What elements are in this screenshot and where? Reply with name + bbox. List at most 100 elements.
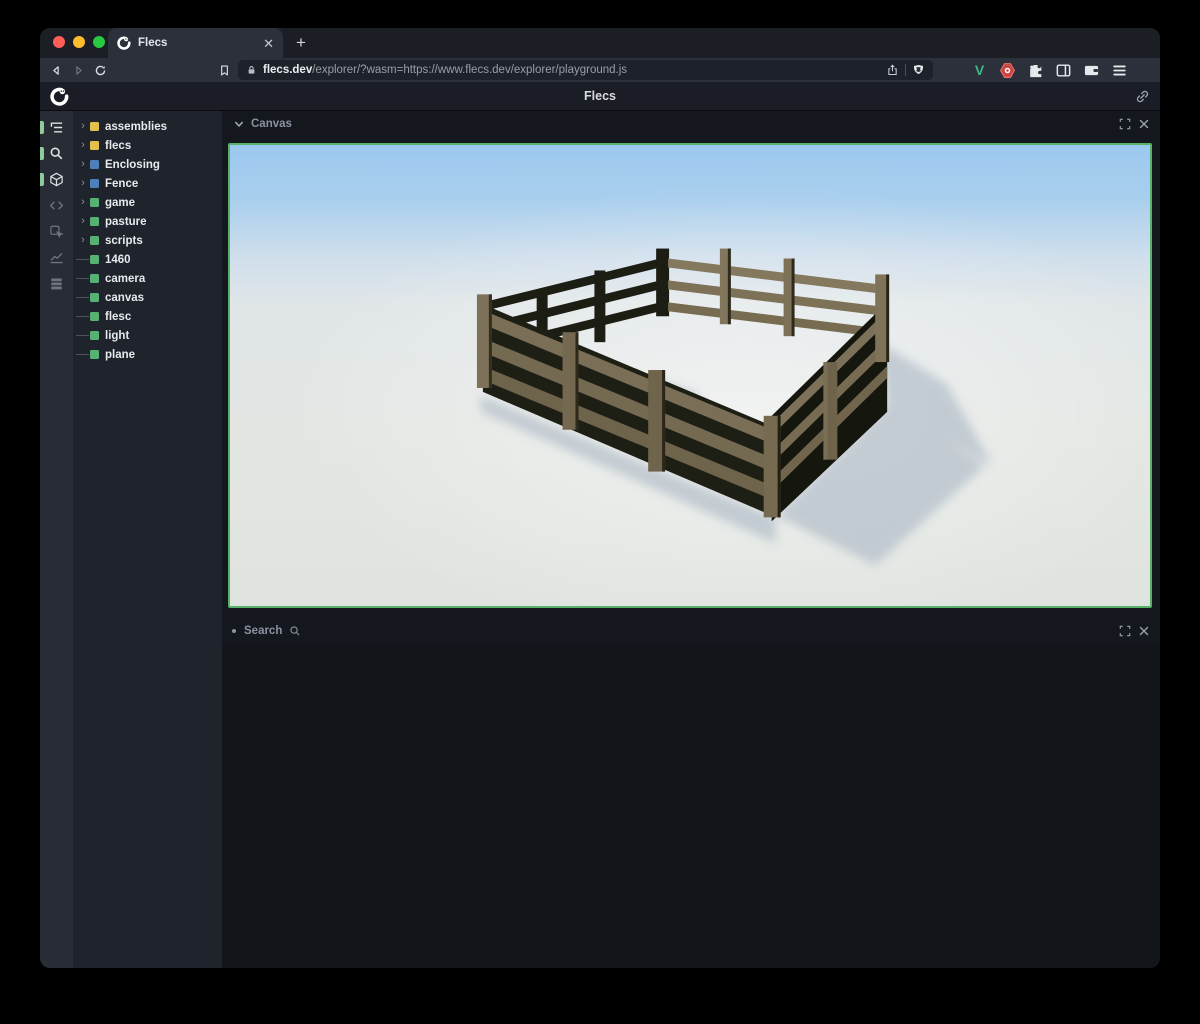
tree-item-label: pasture bbox=[105, 216, 147, 228]
url-path: /explorer/?wasm=https://www.flecs.dev/ex… bbox=[312, 64, 627, 76]
expand-chevron-icon[interactable]: › bbox=[76, 178, 90, 189]
url-text: flecs.dev/explorer/?wasm=https://www.fle… bbox=[263, 64, 880, 76]
close-panel-icon[interactable] bbox=[1137, 625, 1150, 638]
query-search-icon[interactable] bbox=[40, 145, 73, 162]
share-link-icon[interactable] bbox=[1135, 89, 1150, 104]
vue-devtools-icon[interactable]: V bbox=[971, 62, 988, 79]
chevron-down-icon[interactable] bbox=[232, 118, 245, 131]
tree-item-flesc[interactable]: flesc bbox=[76, 307, 222, 326]
brave-shield-icon[interactable] bbox=[912, 63, 925, 77]
tree-item-game[interactable]: › game bbox=[76, 193, 222, 212]
tree-item-scripts[interactable]: › scripts bbox=[76, 231, 222, 250]
stats-chart-icon[interactable] bbox=[40, 249, 73, 266]
expand-chevron-icon[interactable]: › bbox=[76, 216, 90, 227]
lock-icon bbox=[246, 64, 257, 76]
app-body: ›assemblies›flecs›Enclosing›Fence›game›p… bbox=[40, 111, 1160, 968]
entity-color-square bbox=[90, 179, 99, 188]
search-panel-title: Search bbox=[244, 625, 282, 637]
leaf-connector bbox=[76, 335, 90, 337]
tree-item-label: 1460 bbox=[105, 254, 131, 266]
expand-chevron-icon[interactable]: › bbox=[76, 235, 90, 246]
entity-color-square bbox=[90, 122, 99, 131]
adblock-extension-icon[interactable] bbox=[999, 62, 1016, 79]
entity-color-square bbox=[90, 312, 99, 321]
extension-icons: V bbox=[971, 62, 1128, 79]
back-icon[interactable] bbox=[48, 62, 64, 78]
code-icon[interactable] bbox=[40, 197, 73, 214]
tree-item-label: light bbox=[105, 330, 129, 342]
memory-icon[interactable] bbox=[40, 275, 73, 292]
tree-item-light[interactable]: light bbox=[76, 326, 222, 345]
leaf-connector bbox=[76, 354, 90, 356]
entity-tree-icon[interactable] bbox=[40, 119, 73, 136]
canvas-panel-title: Canvas bbox=[251, 118, 292, 130]
tree-item-assemblies[interactable]: › assemblies bbox=[76, 117, 222, 136]
tree-item-label: camera bbox=[105, 273, 145, 285]
entity-color-square bbox=[90, 198, 99, 207]
tree-item-pasture[interactable]: › pasture bbox=[76, 212, 222, 231]
bookmark-icon[interactable] bbox=[216, 62, 232, 78]
active-indicator bbox=[40, 173, 44, 186]
sidebar-toggle-icon[interactable] bbox=[1055, 62, 1072, 79]
main-area: Canvas bbox=[222, 111, 1160, 968]
extensions-puzzle-icon[interactable] bbox=[1027, 62, 1044, 79]
tree-item-Enclosing[interactable]: › Enclosing bbox=[76, 155, 222, 174]
expand-chevron-icon[interactable]: › bbox=[76, 121, 90, 132]
tree-item-label: Enclosing bbox=[105, 159, 160, 171]
canvas-cube-icon[interactable] bbox=[40, 171, 73, 188]
url-bar[interactable]: flecs.dev/explorer/?wasm=https://www.fle… bbox=[238, 60, 933, 80]
tree-item-label: game bbox=[105, 197, 135, 209]
tab-close-icon[interactable]: ✕ bbox=[263, 37, 274, 50]
tree-item-label: Fence bbox=[105, 178, 138, 190]
flecs-logo[interactable] bbox=[50, 87, 69, 106]
expand-chevron-icon[interactable]: › bbox=[76, 159, 90, 170]
flecs-favicon bbox=[117, 36, 131, 50]
zoom-window-button[interactable] bbox=[93, 36, 105, 48]
tree-item-plane[interactable]: plane bbox=[76, 345, 222, 364]
entity-color-square bbox=[90, 217, 99, 226]
minimize-window-button[interactable] bbox=[73, 36, 85, 48]
close-panel-icon[interactable] bbox=[1137, 118, 1150, 131]
search-panel-content[interactable] bbox=[222, 644, 1160, 968]
leaf-connector bbox=[76, 297, 90, 299]
tree-item-flecs[interactable]: ›flecs bbox=[76, 136, 222, 155]
expand-chevron-icon[interactable]: › bbox=[76, 140, 90, 151]
tree-item-1460[interactable]: 1460 bbox=[76, 250, 222, 269]
inspector-icon[interactable] bbox=[40, 223, 73, 240]
fence-3d-scene bbox=[230, 145, 1150, 606]
tab-bar: Flecs ✕ + bbox=[40, 28, 1160, 58]
leaf-connector bbox=[76, 316, 90, 318]
browser-window: Flecs ✕ + flecs.dev/explorer/?wasm=https… bbox=[40, 28, 1160, 968]
collapsed-bullet-icon[interactable] bbox=[232, 629, 236, 633]
wallet-icon[interactable] bbox=[1083, 62, 1100, 79]
fullscreen-icon[interactable] bbox=[1118, 118, 1131, 131]
entity-color-square bbox=[90, 293, 99, 302]
tree-item-canvas[interactable]: canvas bbox=[76, 288, 222, 307]
tree-item-label: canvas bbox=[105, 292, 144, 304]
reload-icon[interactable] bbox=[92, 62, 108, 78]
url-domain: flecs.dev bbox=[263, 64, 312, 76]
active-indicator bbox=[40, 147, 44, 160]
tree-item-camera[interactable]: camera bbox=[76, 269, 222, 288]
leaf-connector bbox=[76, 278, 90, 280]
fullscreen-icon[interactable] bbox=[1118, 625, 1131, 638]
tree-item-Fence[interactable]: › Fence bbox=[76, 174, 222, 193]
tree-item-label: assemblies bbox=[105, 121, 167, 133]
browser-tab[interactable]: Flecs ✕ bbox=[108, 28, 283, 58]
forward-icon[interactable] bbox=[70, 62, 86, 78]
share-icon[interactable] bbox=[886, 63, 899, 77]
icon-rail bbox=[40, 111, 73, 968]
entity-color-square bbox=[90, 350, 99, 359]
menu-icon[interactable] bbox=[1111, 62, 1128, 79]
3d-canvas-viewport[interactable] bbox=[228, 143, 1152, 608]
tab-title: Flecs bbox=[138, 37, 256, 49]
new-tab-button[interactable]: + bbox=[296, 33, 306, 53]
divider bbox=[905, 64, 906, 76]
canvas-panel-header[interactable]: Canvas bbox=[222, 114, 1160, 134]
close-window-button[interactable] bbox=[53, 36, 65, 48]
search-panel-header[interactable]: Search bbox=[222, 621, 1160, 641]
entity-color-square bbox=[90, 236, 99, 245]
tree-item-label: scripts bbox=[105, 235, 143, 247]
entity-color-square bbox=[90, 331, 99, 340]
expand-chevron-icon[interactable]: › bbox=[76, 197, 90, 208]
